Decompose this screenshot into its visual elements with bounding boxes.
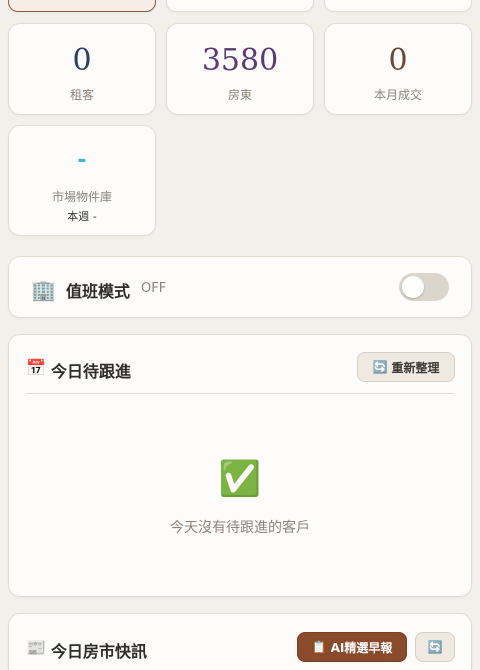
top-card-2[interactable] [166,0,314,12]
stat-label: 租客 [69,88,94,102]
refresh-icon: 🔄 [372,360,388,374]
building-icon: 🏢 [31,278,56,302]
refresh-button-label: 重新整理 [391,360,440,375]
stat-label: 房東 [227,88,252,102]
calendar-icon: 📅 [26,358,46,377]
toggle-knob [402,276,424,298]
stat-card-monthly-deals[interactable]: 0 本月成交 [324,23,472,115]
newspaper-icon: 📰 [26,638,46,657]
duty-mode-toggle[interactable] [399,273,449,301]
market-label: 市場物件庫 [51,190,112,204]
check-icon: ✅ [218,459,262,499]
empty-message: 今天沒有待跟進的客戶 [170,520,310,536]
stat-value: 0 [388,43,408,78]
clipboard-icon: 📋 [311,640,327,654]
news-title: 今日房市快訊 [51,642,148,661]
stat-value: 3580 [201,43,279,78]
stat-label: 本月成交 [373,88,422,102]
ai-briefing-button[interactable]: 📋 AI精選早報 [297,632,407,662]
duty-mode-state: OFF [141,281,167,296]
followup-section: 📅 今日待跟進 🔄 重新整理 ✅ 今天沒有待跟進的客戶 [8,334,472,597]
duty-mode-title: 值班模式 [66,282,131,301]
divider [26,393,454,394]
ai-briefing-label: AI精選早報 [330,640,393,655]
followup-title: 今日待跟進 [51,362,132,381]
duty-mode-card: 🏢 值班模式 OFF [8,256,472,318]
stat-card-tenants[interactable]: 0 租客 [8,23,156,115]
stat-card-landlords[interactable]: 3580 房東 [166,23,314,115]
market-weekly: 本週 - [67,210,97,223]
news-refresh-button[interactable]: 🔄 [415,632,455,662]
stat-value: 0 [72,43,92,78]
refresh-button[interactable]: 🔄 重新整理 [357,352,455,382]
top-card-active[interactable] [8,0,156,12]
top-card-3[interactable] [324,0,472,12]
market-card[interactable]: - 市場物件庫 本週 - [8,125,156,236]
market-value: - [77,148,87,173]
refresh-icon: 🔄 [427,640,443,654]
news-section: 📰 今日房市快訊 📋 AI精選早報 🔄 [8,613,472,670]
